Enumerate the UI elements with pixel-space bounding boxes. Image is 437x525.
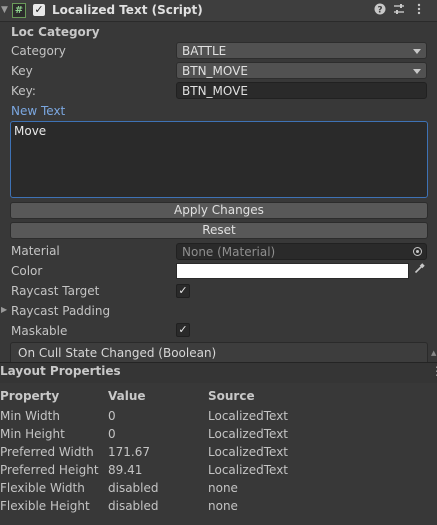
table-row-source: none — [208, 481, 238, 495]
maskable-label: Maskable — [11, 324, 68, 338]
table-row-source: LocalizedText — [208, 463, 289, 477]
raycast-padding-label[interactable]: Raycast Padding — [11, 304, 110, 318]
material-label: Material — [11, 244, 60, 258]
table-row-value: disabled — [108, 481, 159, 495]
category-dropdown[interactable]: BATTLE — [176, 42, 427, 59]
chevron-down-icon — [413, 49, 421, 54]
column-header-source: Source — [208, 389, 255, 403]
cull-state-event-header: On Cull State Changed (Boolean) — [10, 342, 428, 364]
category-label: Category — [11, 44, 66, 58]
table-row-source: none — [208, 499, 238, 513]
material-value: None (Material) — [182, 245, 276, 259]
svg-text:?: ? — [377, 6, 382, 16]
table-row-value: 171.67 — [108, 445, 150, 459]
script-icon: # — [12, 3, 26, 18]
column-header-property: Property — [0, 389, 60, 403]
component-title: Localized Text (Script) — [52, 3, 203, 17]
object-picker-icon[interactable] — [413, 247, 422, 256]
new-text-label: New Text — [11, 104, 66, 118]
table-row-value: 0 — [108, 427, 116, 441]
preset-icon[interactable] — [392, 3, 405, 17]
table-row-property: Preferred Height — [0, 463, 99, 477]
component-enabled-checkbox[interactable]: ✓ — [33, 4, 45, 16]
table-row-property: Flexible Width — [0, 481, 85, 495]
material-object-field[interactable]: None (Material) — [176, 243, 427, 260]
raycast-target-label: Raycast Target — [11, 284, 100, 298]
table-row-value: 89.41 — [108, 463, 143, 477]
key-text-field[interactable]: BTN_MOVE — [176, 82, 427, 99]
table-row-source: LocalizedText — [208, 427, 289, 441]
table-row-source: LocalizedText — [208, 409, 289, 423]
table-row-property: Min Height — [0, 427, 65, 441]
table-row-value: disabled — [108, 499, 159, 513]
key-field-label: Key: — [11, 84, 36, 98]
key-dropdown[interactable]: BTN_MOVE — [176, 62, 427, 79]
new-text-area[interactable]: Move — [10, 121, 428, 198]
column-header-value: Value — [108, 389, 146, 403]
raycast-target-checkbox[interactable]: ✓ — [176, 284, 190, 298]
key-dropdown-label: Key — [11, 64, 33, 78]
apply-changes-button[interactable]: Apply Changes — [10, 202, 428, 219]
table-row-property: Flexible Height — [0, 499, 90, 513]
table-row-source: LocalizedText — [208, 445, 289, 459]
table-row-property: Preferred Width — [0, 445, 94, 459]
layout-menu-icon[interactable]: ⋮ — [431, 364, 437, 378]
color-swatch[interactable] — [176, 263, 409, 279]
category-dropdown-value: BATTLE — [182, 44, 227, 58]
loc-category-section-label: Loc Category — [11, 25, 100, 39]
help-icon[interactable]: ? — [373, 3, 386, 17]
eyedropper-icon[interactable] — [412, 263, 426, 279]
scroll-up-icon[interactable]: ▲ — [431, 349, 436, 357]
key-dropdown-value: BTN_MOVE — [182, 64, 248, 78]
expand-triangle-icon[interactable]: ▶ — [1, 305, 7, 314]
chevron-down-icon — [413, 69, 421, 74]
table-row-property: Min Width — [0, 409, 60, 423]
table-row-value: 0 — [108, 409, 116, 423]
fold-triangle-icon[interactable]: ▼ — [1, 4, 11, 16]
maskable-checkbox[interactable]: ✓ — [176, 323, 190, 337]
kebab-menu-icon[interactable] — [412, 3, 425, 17]
reset-button[interactable]: Reset — [10, 222, 428, 239]
color-label: Color — [11, 264, 43, 278]
layout-properties-title: Layout Properties — [0, 364, 121, 378]
